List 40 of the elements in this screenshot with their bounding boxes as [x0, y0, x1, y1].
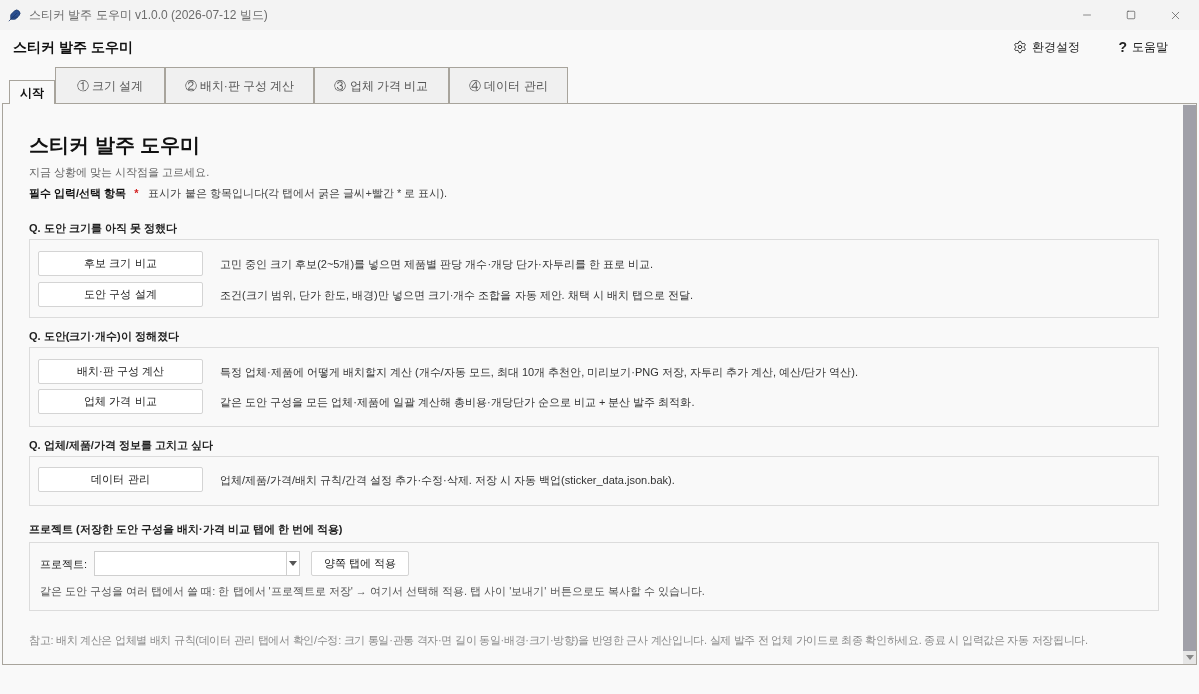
project-hint: 같은 도안 구성을 여러 탭에서 쓸 때: 한 탭에서 '프로젝트로 저장' → 여기서 선택해 적용. 탭 사이 '보내기' 버튼으로도 복사할 수 있습니다.: [40, 584, 705, 599]
option-button[interactable]: 도안 구성 설계: [38, 282, 203, 307]
section-heading: Q. 도안(크기·개수)이 정해졌다: [29, 329, 179, 344]
page-subtitle: 지금 상황에 맞는 시작점을 고르세요.: [29, 165, 210, 180]
settings-button[interactable]: 환경설정: [1009, 35, 1085, 58]
app-title: 스티커 발주 도우미: [13, 37, 133, 57]
tab[interactable]: ④ 데이터 관리: [449, 67, 568, 103]
option-description: 특정 업체·제품에 어떻게 배치할지 계산 (개수/자동 모드, 최대 10개 추천안, 미리보기·PNG 저장, 자투리 추가 계산, 예산/단가 역산).: [220, 364, 859, 380]
option-button[interactable]: 데이터 관리: [38, 467, 203, 492]
tab[interactable]: ① 크기 설계: [55, 67, 165, 103]
page-title: 스티커 발주 도우미: [29, 133, 201, 158]
tab[interactable]: ② 배치·판 구성 계산: [165, 67, 314, 103]
option-button[interactable]: 배치·판 구성 계산: [38, 359, 203, 384]
required-text: 표시가 붙은 항목입니다(각 탭에서 굵은 글씨+빨간 * 로 표시).: [148, 186, 447, 201]
settings-icon: [1013, 39, 1028, 54]
help-icon: ?: [1118, 38, 1127, 55]
option-description: 업체/제품/가격/배치 규칙/간격 설정 추가·수정·삭제. 저장 시 자동 백업(sticker_data.json.bak).: [220, 472, 675, 488]
asterisk-label: *: [134, 186, 139, 201]
tab[interactable]: ③ 업체 가격 비교: [314, 67, 449, 103]
option-button[interactable]: 업체 가격 비교: [38, 389, 203, 414]
window-title: 스티커 발주 도우미 v1.0.0 (2026-07-12 빌드): [29, 7, 268, 23]
apply-button[interactable]: 양쪽 탭에 적용: [311, 551, 410, 576]
required-label: 필수 입력/선택 항목: [29, 186, 127, 201]
section-heading: 프로젝트 (저장한 도안 구성을 배치·가격 비교 탭에 한 번에 적용): [29, 522, 343, 537]
footer-note: 참고: 배치 계산은 업체별 배치 규칙(데이터 관리 탭에서 확인/수정: 크기 통일·관통 격자·면 길이 동일·배경·크기·방향)을 반영한 근사 계산입니다. 실제 발주 전 업체 가이드로 최종 확인하세요. 종료 시 입력값은 자동 저장됩니다.: [29, 633, 1088, 648]
maximize-icon: [1126, 10, 1136, 20]
section-heading: Q. 도안 크기를 아직 못 정했다: [29, 221, 177, 236]
project-label: 프로젝트:: [40, 556, 88, 572]
project-combo[interactable]: [94, 551, 301, 576]
feather-icon: [8, 8, 21, 22]
scroll-down-button[interactable]: [1183, 651, 1196, 664]
caret-icon: [289, 561, 298, 566]
scroll-down-icon: [1185, 655, 1194, 660]
option-description: 고민 중인 크기 후보(2~5개)를 넣으면 제품별 판당 개수·개당 단가·자투리를 한 표로 비교.: [220, 256, 653, 272]
help-button[interactable]: ? 도움말: [1114, 35, 1172, 58]
option-button[interactable]: 후보 크기 비교: [38, 251, 203, 276]
tab[interactable]: 시작: [9, 80, 55, 104]
option-description: 같은 도안 구성을 모든 업체·제품에 일괄 계산해 총비용·개당단가 순으로 비교 + 분산 발주 최적화.: [220, 394, 695, 410]
section-heading: Q. 업체/제품/가격 정보를 고치고 싶다: [29, 438, 213, 453]
option-description: 조건(크기 범위, 단가 한도, 배경)만 넣으면 크기·개수 조합을 자동 제안. 채택 시 배치 탭으로 전달.: [220, 287, 693, 303]
